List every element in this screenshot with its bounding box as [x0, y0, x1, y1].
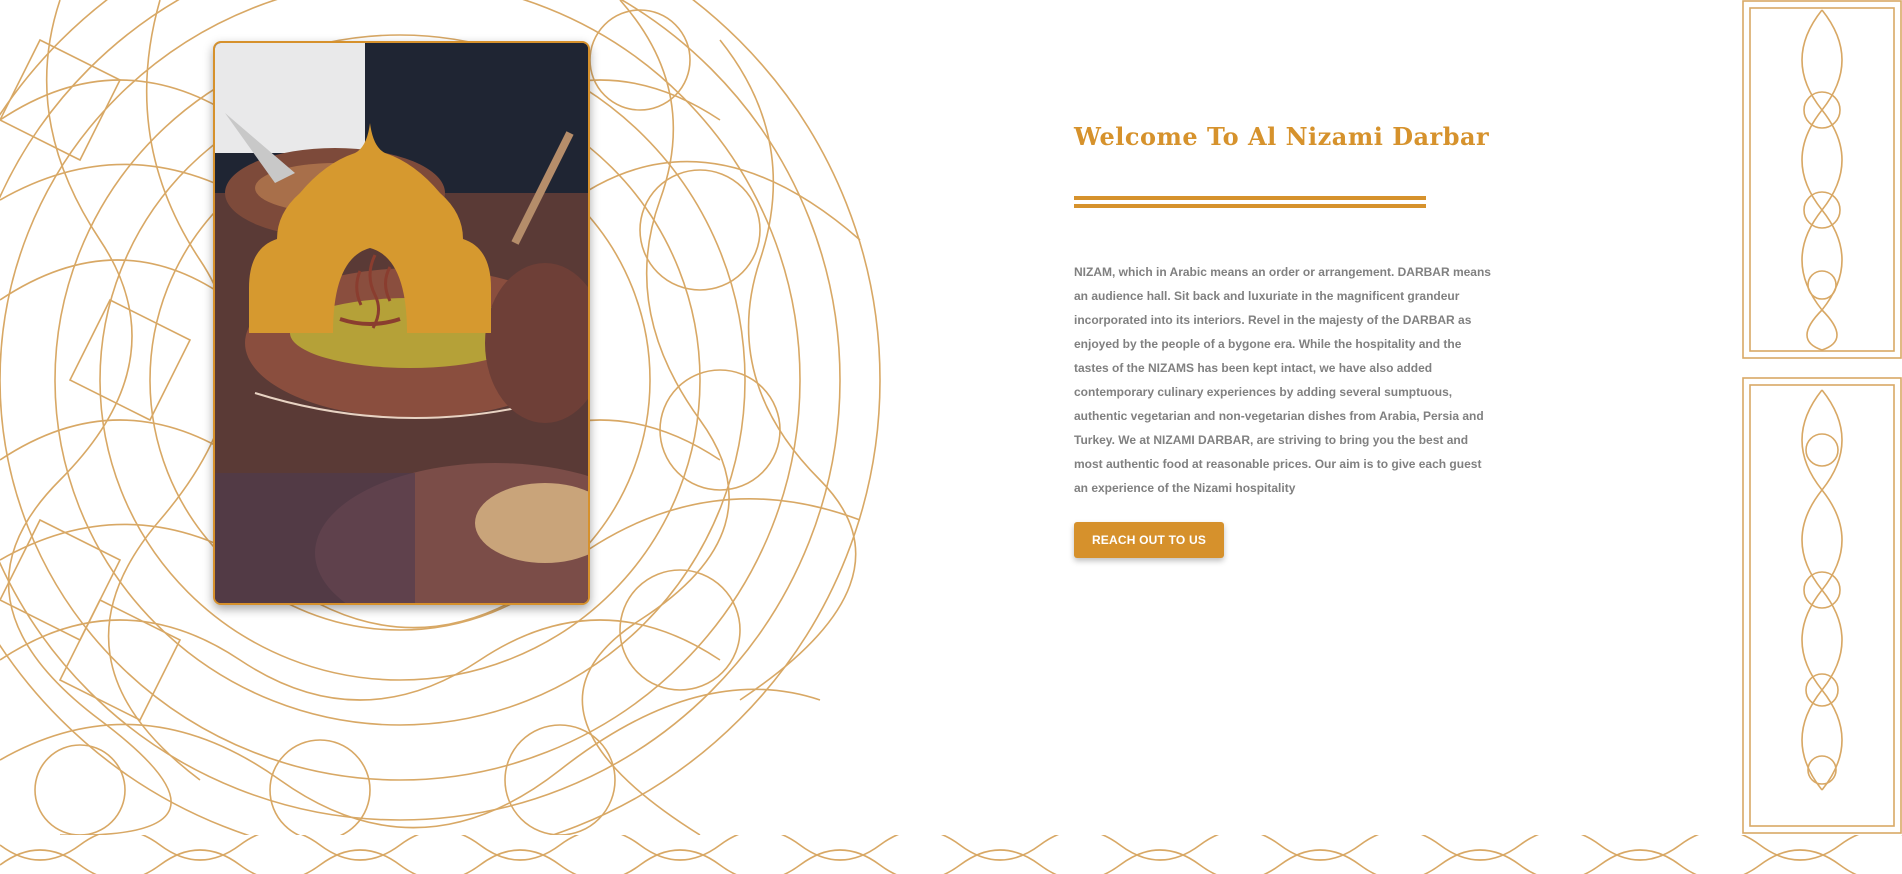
- biryani-photo: [215, 43, 588, 603]
- welcome-heading: Welcome To Al Nizami Darbar: [1074, 122, 1490, 151]
- title-double-rule: [1074, 196, 1426, 208]
- bottom-arabesque-border: [0, 835, 1902, 874]
- reach-out-button[interactable]: REACH OUT TO US: [1074, 522, 1224, 558]
- right-arabesque-panel: [1742, 0, 1902, 834]
- welcome-description: NIZAM, which in Arabic means an order or…: [1074, 265, 1491, 495]
- food-photo-card: [213, 41, 590, 605]
